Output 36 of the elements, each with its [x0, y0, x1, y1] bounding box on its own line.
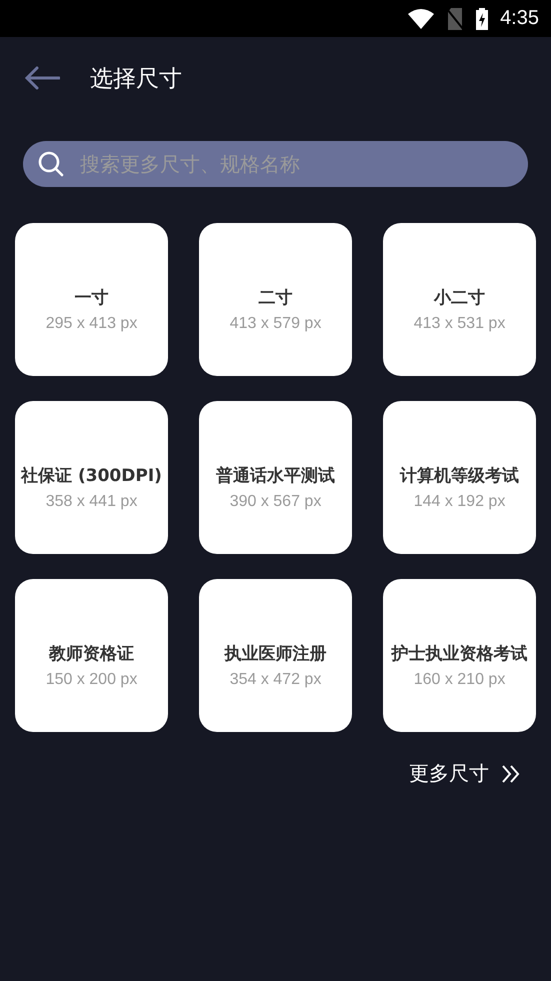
more-sizes-link[interactable]: 更多尺寸 — [409, 760, 521, 787]
status-time: 4:35 — [500, 7, 539, 30]
size-pixels: 144 x 192 px — [414, 492, 506, 511]
size-pixels: 358 x 441 px — [46, 492, 138, 511]
size-card[interactable]: 护士执业资格考试 160 x 210 px — [383, 579, 536, 732]
size-pixels: 413 x 531 px — [414, 314, 506, 333]
size-pixels: 295 x 413 px — [46, 314, 138, 333]
size-name: 二寸 — [258, 288, 294, 309]
size-card[interactable]: 小二寸 413 x 531 px — [383, 223, 536, 376]
double-chevron-icon — [501, 764, 521, 784]
size-name: 执业医师注册 — [223, 644, 328, 665]
size-name: 小二寸 — [432, 288, 486, 309]
size-pixels: 160 x 210 px — [414, 670, 506, 689]
size-pixels: 150 x 200 px — [46, 670, 138, 689]
back-arrow-icon — [24, 66, 60, 90]
size-card[interactable]: 教师资格证 150 x 200 px — [15, 579, 168, 732]
size-card[interactable]: 社保证 (300DPI) 358 x 441 px — [15, 401, 168, 554]
no-sim-icon — [446, 8, 464, 30]
size-name: 护士执业资格考试 — [390, 644, 528, 665]
size-pixels: 413 x 579 px — [230, 314, 322, 333]
size-name: 社保证 (300DPI) — [20, 466, 163, 487]
size-pixels: 354 x 472 px — [230, 670, 322, 689]
wifi-icon — [408, 8, 434, 28]
size-name: 普通话水平测试 — [215, 466, 336, 487]
size-name: 教师资格证 — [48, 644, 135, 665]
page-title: 选择尺寸 — [90, 64, 182, 94]
search-icon — [38, 151, 64, 177]
size-card[interactable]: 一寸 295 x 413 px — [15, 223, 168, 376]
size-name: 一寸 — [74, 288, 110, 309]
size-card[interactable]: 普通话水平测试 390 x 567 px — [199, 401, 352, 554]
size-card[interactable]: 执业医师注册 354 x 472 px — [199, 579, 352, 732]
size-pixels: 390 x 567 px — [230, 492, 322, 511]
size-card[interactable]: 二寸 413 x 579 px — [199, 223, 352, 376]
battery-charging-icon — [476, 8, 488, 30]
size-card[interactable]: 计算机等级考试 144 x 192 px — [383, 401, 536, 554]
size-name: 计算机等级考试 — [398, 466, 520, 487]
